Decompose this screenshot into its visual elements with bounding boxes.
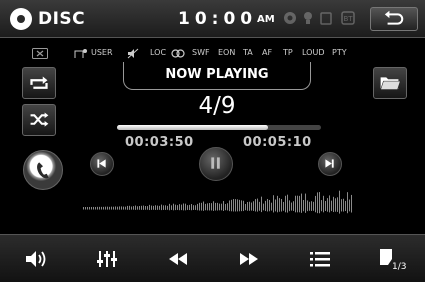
phone-button[interactable] xyxy=(23,150,63,190)
svg-text:BT: BT xyxy=(343,15,353,23)
back-button[interactable] xyxy=(370,7,418,31)
folder-button[interactable] xyxy=(373,67,407,99)
elapsed-time: 00:03:50 xyxy=(125,135,194,150)
repeat-icon xyxy=(30,76,48,89)
volume-button[interactable] xyxy=(0,235,71,282)
volume-icon xyxy=(25,251,45,267)
status-loud: LOUD xyxy=(302,48,325,57)
total-time: 00:05:10 xyxy=(243,135,312,150)
mute-icon xyxy=(127,48,139,59)
page-indicator: 1/3 xyxy=(392,262,406,272)
folder-icon xyxy=(380,77,401,90)
phone-icon xyxy=(37,162,49,179)
pause-icon xyxy=(211,157,220,169)
page-icon: 1/3 xyxy=(379,249,406,272)
source-label: DISC xyxy=(38,9,86,29)
status-tp: TP xyxy=(283,48,293,57)
rewind-icon xyxy=(168,253,187,265)
lightbulb-icon xyxy=(304,12,312,24)
next-track-button[interactable] xyxy=(318,152,342,176)
circle-icon xyxy=(284,12,296,24)
skip-next-icon xyxy=(325,159,334,168)
status-eon: EON xyxy=(218,48,236,57)
disc-icon xyxy=(10,8,32,30)
progress-bar[interactable] xyxy=(117,125,321,130)
clock-display: 10:00 xyxy=(178,9,258,29)
previous-track-button[interactable] xyxy=(90,152,114,176)
skip-previous-icon xyxy=(97,159,106,168)
back-arrow-icon xyxy=(384,10,404,25)
list-button[interactable] xyxy=(284,235,355,282)
rewind-button[interactable] xyxy=(142,235,213,282)
status-loc: LOC xyxy=(150,48,167,57)
stereo-icon xyxy=(171,49,185,58)
fast-forward-icon xyxy=(239,253,258,265)
bluetooth-icon: BT xyxy=(341,11,355,25)
eject-icon xyxy=(32,48,48,59)
card-icon xyxy=(320,12,332,25)
status-row: USER LOC SWF EON TA AF TP LOUD PTY xyxy=(0,48,425,62)
top-bar: DISC 10:00 AM BT xyxy=(0,0,425,38)
status-af: AF xyxy=(262,48,273,57)
track-number: 4/9 xyxy=(198,93,236,119)
fast-forward-button[interactable] xyxy=(213,235,284,282)
audio-waveform xyxy=(83,190,352,214)
list-icon xyxy=(309,252,330,267)
equalizer-icon xyxy=(96,251,117,267)
repeat-button[interactable] xyxy=(22,67,56,99)
progress-fill xyxy=(117,125,268,130)
status-pty: PTY xyxy=(332,48,347,57)
pause-button[interactable] xyxy=(199,147,233,181)
am-pm-label: AM xyxy=(257,14,275,25)
status-swf: SWF xyxy=(192,48,210,57)
shuffle-button[interactable] xyxy=(22,104,56,136)
status-ta: TA xyxy=(243,48,253,57)
equalizer-button[interactable] xyxy=(71,235,142,282)
page-button[interactable]: 1/3 xyxy=(355,235,425,282)
scan-icon xyxy=(74,49,87,58)
bottom-toolbar: 1/3 xyxy=(0,234,425,282)
status-user: USER xyxy=(91,48,113,57)
shuffle-icon xyxy=(30,112,49,127)
now-playing-label: NOW PLAYING xyxy=(165,67,269,82)
